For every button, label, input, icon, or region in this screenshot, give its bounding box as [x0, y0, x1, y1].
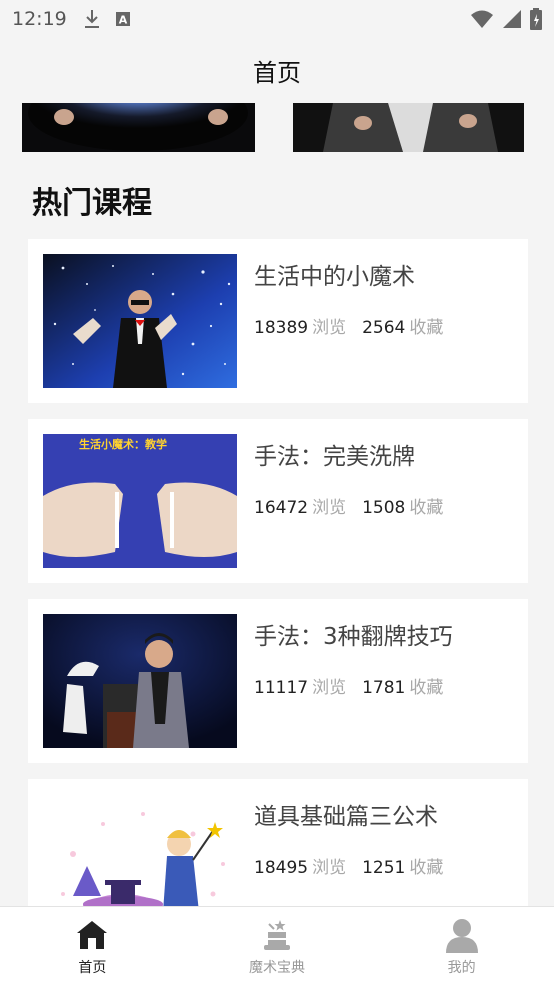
wifi-icon	[471, 10, 493, 28]
views-count: 18389	[254, 318, 309, 338]
banner-carousel[interactable]	[0, 103, 554, 153]
favorites-count: 2564	[362, 318, 406, 338]
favorites-label: 收藏	[409, 678, 444, 698]
course-thumbnail[interactable]: 生活小魔术：教学	[43, 434, 237, 568]
tab-magic-guide[interactable]: 魔术宝典	[185, 907, 370, 984]
favorites-label: 收藏	[409, 498, 444, 518]
tab-label: 魔术宝典	[249, 960, 305, 976]
views-count: 18495	[254, 858, 309, 878]
views-label: 浏览	[312, 678, 347, 698]
status-time: 12:19	[12, 8, 67, 30]
user-icon	[445, 919, 478, 953]
course-list: 生活中的小魔术 18389 浏览 2564 收藏 生活小魔术：教学 手法：完美洗…	[28, 239, 528, 959]
tab-profile[interactable]: 我的	[369, 907, 554, 984]
favorites-count: 1251	[362, 858, 406, 878]
course-thumbnail[interactable]	[43, 614, 237, 748]
course-title: 生活中的小魔术	[254, 264, 415, 290]
course-stats: 11117 浏览 1781 收藏	[254, 673, 443, 698]
views-count: 11117	[254, 678, 309, 698]
views-label: 浏览	[312, 318, 347, 338]
signal-icon	[503, 10, 521, 28]
banner-image[interactable]	[293, 103, 524, 152]
a-icon: A	[115, 12, 130, 27]
course-stats: 18495 浏览 1251 收藏	[254, 853, 443, 878]
course-title: 手法：完美洗牌	[254, 444, 415, 470]
course-card[interactable]: 生活中的小魔术 18389 浏览 2564 收藏	[28, 239, 528, 403]
favorites-label: 收藏	[409, 318, 444, 338]
course-title: 手法：3种翻牌技巧	[254, 624, 453, 650]
tab-label: 首页	[78, 960, 107, 976]
thumbnail-caption: 生活小魔术：教学	[79, 437, 167, 451]
tab-label: 我的	[447, 960, 476, 976]
download-icon	[84, 10, 99, 28]
favorites-label: 收藏	[409, 858, 444, 878]
course-card[interactable]: 生活小魔术：教学 手法：完美洗牌 16472 浏览 1508 收藏	[28, 419, 528, 583]
svg-text:A: A	[119, 14, 128, 27]
favorites-count: 1781	[362, 678, 406, 698]
magic-hat-icon	[264, 920, 290, 950]
status-bar: 12:19 A	[0, 0, 554, 38]
battery-icon	[530, 8, 542, 30]
course-stats: 16472 浏览 1508 收藏	[254, 493, 443, 518]
course-stats: 18389 浏览 2564 收藏	[254, 313, 443, 338]
bottom-tab-bar: 首页 魔术宝典 我的	[0, 906, 554, 984]
course-title: 道具基础篇三公术	[254, 804, 438, 830]
views-label: 浏览	[312, 498, 347, 518]
page-title: 首页	[253, 58, 301, 87]
course-thumbnail[interactable]	[43, 254, 237, 388]
views-count: 16472	[254, 498, 309, 518]
tab-home[interactable]: 首页	[0, 907, 185, 984]
course-card[interactable]: 手法：3种翻牌技巧 11117 浏览 1781 收藏	[28, 599, 528, 763]
header: 首页	[0, 38, 554, 102]
section-title: 热门课程	[32, 186, 152, 221]
favorites-count: 1508	[362, 498, 406, 518]
views-label: 浏览	[312, 858, 347, 878]
banner-image[interactable]	[22, 103, 255, 152]
home-icon	[77, 921, 108, 949]
